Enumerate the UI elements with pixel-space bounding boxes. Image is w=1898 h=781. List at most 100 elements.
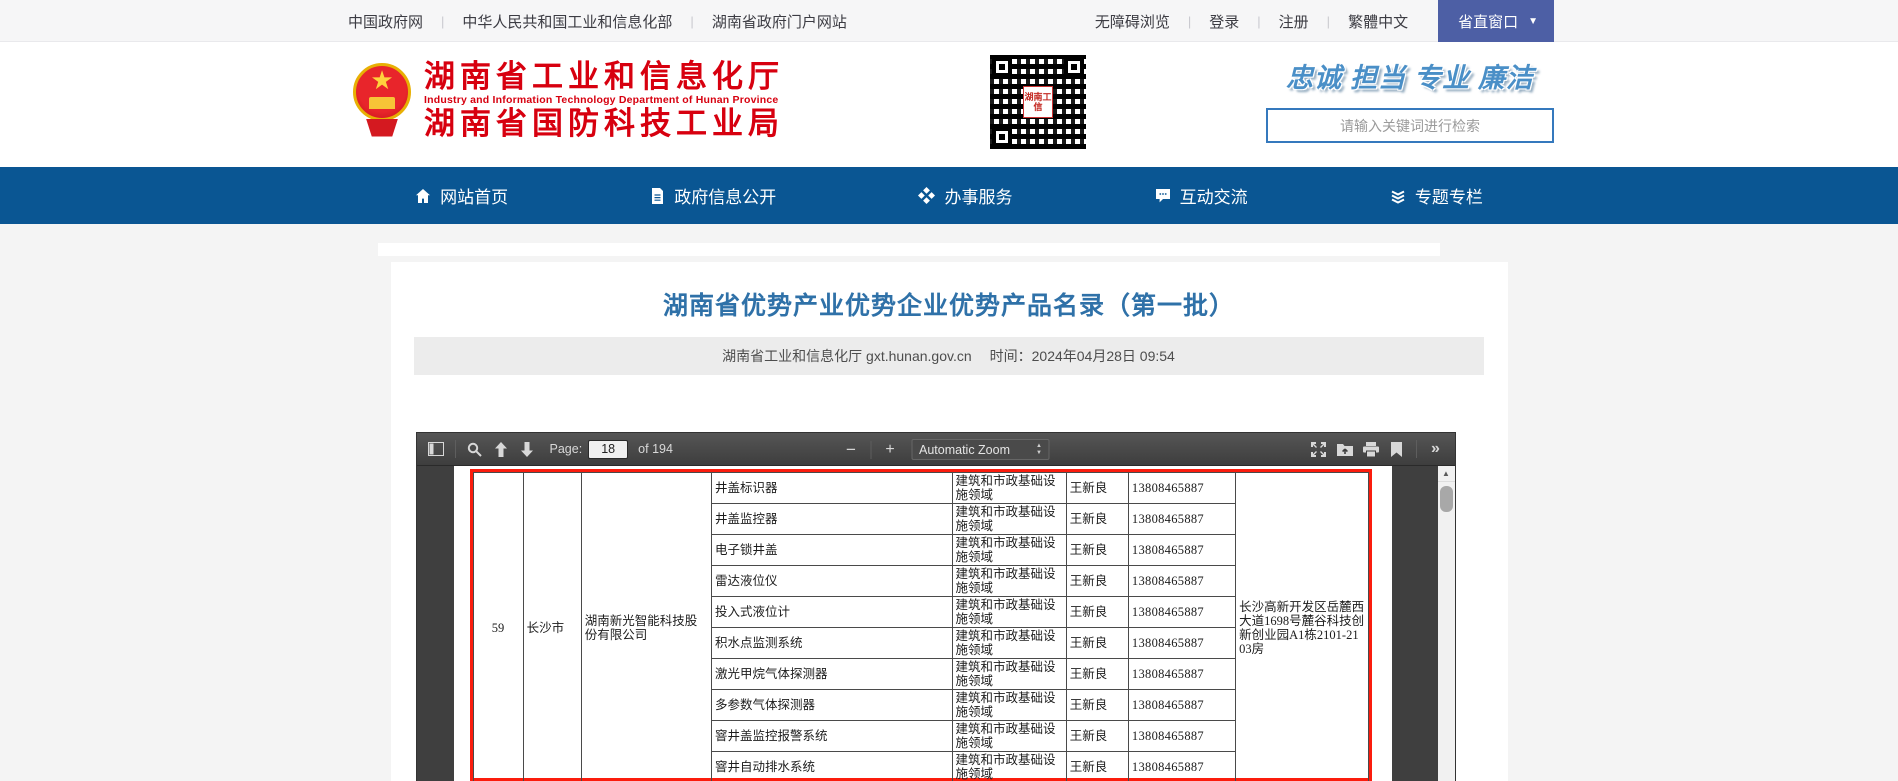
cell-phone: 13808465887 bbox=[1128, 628, 1235, 659]
fullscreen-icon bbox=[1311, 442, 1326, 457]
breadcrumb-strip bbox=[378, 243, 1440, 256]
diamond-icon bbox=[918, 187, 935, 204]
link-traditional-chinese[interactable]: 繁體中文 bbox=[1344, 11, 1412, 32]
cell-contact: 王新良 bbox=[1066, 659, 1128, 690]
cell-contact: 王新良 bbox=[1066, 721, 1128, 752]
cell-product-name: 多参数气体探测器 bbox=[712, 690, 953, 721]
provincial-window-dropdown[interactable]: 省直窗口 ▼ bbox=[1438, 0, 1554, 42]
divider: | bbox=[1188, 14, 1191, 29]
cell-contact: 王新良 bbox=[1066, 628, 1128, 659]
divider: | bbox=[1257, 14, 1260, 29]
cell-contact: 王新良 bbox=[1066, 690, 1128, 721]
cell-domain: 建筑和市政基础设施领域 bbox=[952, 535, 1066, 566]
org-name2-cn: 湖南省国防科技工业局 bbox=[424, 107, 784, 141]
cell-contact: 王新良 bbox=[1066, 535, 1128, 566]
search-box bbox=[1266, 108, 1554, 143]
divider bbox=[1416, 440, 1417, 458]
qr-center-seal: 湖南工信 bbox=[1023, 86, 1053, 118]
arrow-down-icon bbox=[520, 442, 534, 457]
cell-address: 长沙高新开发区岳麓西大道1698号麓谷科技创新创业园A1栋2101-2103房 bbox=[1236, 473, 1368, 781]
cell-product-name: 窨井盖监控报警系统 bbox=[712, 721, 953, 752]
cell-phone: 13808465887 bbox=[1128, 690, 1235, 721]
top-bar-left-links: 中国政府网 | 中华人民共和国工业和信息化部 | 湖南省政府门户网站 bbox=[344, 0, 851, 42]
divider bbox=[870, 441, 871, 459]
zoom-level-select[interactable]: Automatic Zoom ▲▼ bbox=[911, 439, 1050, 460]
previous-page-button[interactable] bbox=[488, 437, 514, 462]
cell-phone: 13808465887 bbox=[1128, 752, 1235, 781]
divider: | bbox=[690, 14, 693, 29]
link-accessibility[interactable]: 无障碍浏览 bbox=[1091, 11, 1174, 32]
national-emblem-icon: ★ bbox=[352, 61, 412, 141]
cell-contact: 王新良 bbox=[1066, 752, 1128, 781]
article-source: 湖南省工业和信息化厅 gxt.hunan.gov.cn bbox=[722, 346, 971, 366]
article-meta: 湖南省工业和信息化厅 gxt.hunan.gov.cn 时间：2024年04月2… bbox=[414, 337, 1484, 375]
zoom-level-value: Automatic Zoom bbox=[919, 443, 1010, 457]
cell-phone: 13808465887 bbox=[1128, 504, 1235, 535]
nav-item-home[interactable]: 网站首页 bbox=[415, 183, 508, 208]
arrow-up-icon bbox=[494, 442, 508, 457]
article-time: 时间：2024年04月28日 09:54 bbox=[990, 346, 1175, 366]
sidebar-toggle-button[interactable] bbox=[423, 437, 449, 462]
link-china-gov[interactable]: 中国政府网 bbox=[344, 11, 427, 32]
divider bbox=[455, 440, 456, 458]
cell-contact: 王新良 bbox=[1066, 473, 1128, 504]
home-icon bbox=[415, 188, 431, 204]
bookmark-button[interactable] bbox=[1384, 437, 1410, 462]
cell-domain: 建筑和市政基础设施领域 bbox=[952, 721, 1066, 752]
pdf-scrollbar[interactable]: ▲ bbox=[1438, 466, 1455, 781]
cell-city: 长沙市 bbox=[523, 473, 581, 781]
pdf-table-body: 59长沙市湖南新光智能科技股份有限公司 井盖标识器 建筑和市政基础设施领域 王新… bbox=[473, 473, 1368, 781]
cell-phone: 13808465887 bbox=[1128, 659, 1235, 690]
open-file-button[interactable] bbox=[1332, 437, 1358, 462]
scrollbar-thumb[interactable] bbox=[1440, 486, 1453, 512]
cell-phone: 13808465887 bbox=[1128, 473, 1235, 504]
link-register[interactable]: 注册 bbox=[1275, 11, 1313, 32]
cell-contact: 王新良 bbox=[1066, 566, 1128, 597]
red-annotation-rectangle: 59长沙市湖南新光智能科技股份有限公司 井盖标识器 建筑和市政基础设施领域 王新… bbox=[470, 469, 1372, 781]
cell-product-name: 积水点监测系统 bbox=[712, 628, 953, 659]
find-button[interactable] bbox=[462, 437, 488, 462]
divider: | bbox=[1327, 14, 1330, 29]
cell-product-name: 投入式液位计 bbox=[712, 597, 953, 628]
page-number-input[interactable] bbox=[588, 440, 628, 459]
link-login[interactable]: 登录 bbox=[1205, 11, 1243, 32]
printer-icon bbox=[1363, 442, 1379, 457]
nav-item-special-columns[interactable]: 专题专栏 bbox=[1390, 183, 1483, 208]
table-row: 59长沙市湖南新光智能科技股份有限公司 井盖标识器 建筑和市政基础设施领域 王新… bbox=[473, 473, 1368, 504]
cell-product-name: 窨井自动排水系统 bbox=[712, 752, 953, 781]
bookmark-icon bbox=[1391, 442, 1402, 457]
cell-domain: 建筑和市政基础设施领域 bbox=[952, 473, 1066, 504]
top-bar: 中国政府网 | 中华人民共和国工业和信息化部 | 湖南省政府门户网站 无障碍浏览… bbox=[0, 0, 1898, 42]
presentation-mode-button[interactable] bbox=[1306, 437, 1332, 462]
pdf-viewer: Page: of 194 − + Automatic Zoom ▲▼ bbox=[416, 432, 1456, 781]
nav-item-services[interactable]: 办事服务 bbox=[918, 183, 1012, 208]
main-nav: 网站首页 政府信息公开 办事服务 互动交流 专题专栏 bbox=[0, 167, 1898, 224]
select-arrows-icon: ▲▼ bbox=[1036, 444, 1042, 456]
link-hunan-gov[interactable]: 湖南省政府门户网站 bbox=[708, 11, 851, 32]
cell-domain: 建筑和市政基础设施领域 bbox=[952, 659, 1066, 690]
search-input[interactable] bbox=[1266, 108, 1554, 143]
nav-item-gov-info[interactable]: 政府信息公开 bbox=[650, 183, 776, 208]
page-label: Page: bbox=[550, 442, 583, 456]
zoom-in-button[interactable]: + bbox=[877, 437, 903, 462]
qr-code: 湖南工信 bbox=[990, 55, 1086, 149]
site-logo: ★ 湖南省工业和信息化厅 Industry and Information Te… bbox=[352, 60, 784, 141]
document-icon bbox=[650, 188, 665, 204]
page-total: of 194 bbox=[638, 442, 673, 456]
cell-product-name: 井盖监控器 bbox=[712, 504, 953, 535]
next-page-button[interactable] bbox=[514, 437, 540, 462]
layers-icon bbox=[1390, 188, 1406, 204]
print-button[interactable] bbox=[1358, 437, 1384, 462]
cell-domain: 建筑和市政基础设施领域 bbox=[952, 690, 1066, 721]
scroll-up-button[interactable]: ▲ bbox=[1438, 466, 1455, 482]
cell-phone: 13808465887 bbox=[1128, 597, 1235, 628]
nav-item-interaction[interactable]: 互动交流 bbox=[1155, 183, 1248, 208]
more-tools-button[interactable]: » bbox=[1423, 437, 1449, 462]
site-header: ★ 湖南省工业和信息化厅 Industry and Information Te… bbox=[0, 42, 1898, 167]
pdf-page: 59长沙市湖南新光智能科技股份有限公司 井盖标识器 建筑和市政基础设施领域 王新… bbox=[454, 466, 1392, 781]
org-name-cn: 湖南省工业和信息化厅 bbox=[424, 60, 784, 94]
zoom-out-button[interactable]: − bbox=[838, 437, 864, 462]
provincial-window-label: 省直窗口 bbox=[1458, 11, 1518, 32]
link-miit[interactable]: 中华人民共和国工业和信息化部 bbox=[458, 11, 676, 32]
cell-phone: 13808465887 bbox=[1128, 721, 1235, 752]
